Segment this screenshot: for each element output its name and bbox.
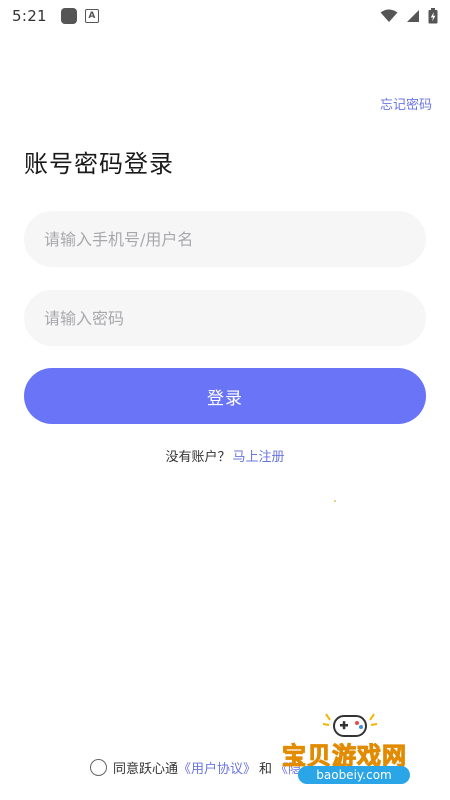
notification-app-icon [60, 8, 77, 24]
status-time: 5:21 [12, 7, 47, 25]
notification-a-icon: A [84, 9, 99, 23]
username-input[interactable] [24, 211, 426, 267]
login-button[interactable]: 登录 [24, 368, 426, 424]
signal-icon [407, 10, 419, 22]
page-title: 账号密码登录 [24, 150, 174, 178]
wifi-icon [380, 9, 398, 22]
user-agreement-link[interactable]: 《用户协议》 [178, 758, 256, 777]
decorative-dot [334, 500, 336, 502]
agree-checkbox[interactable] [90, 759, 107, 776]
status-indicators [380, 8, 438, 24]
forgot-password-link[interactable]: 忘记密码 [380, 94, 432, 113]
agreement-prefix: 同意跃心通 [113, 762, 179, 777]
battery-icon [428, 8, 438, 24]
register-link[interactable]: 马上注册 [233, 450, 285, 465]
watermark: 宝贝游戏网 baobeiy.com [272, 700, 450, 800]
password-input[interactable] [24, 290, 426, 346]
agreement-and: 和 [259, 762, 273, 777]
status-bar: 5:21 A [0, 0, 450, 32]
agreement-row: 同意跃心通 《用户协议》 和 《隐 [90, 758, 301, 777]
register-prompt: 没有账户？ [165, 450, 231, 465]
watermark-url: baobeiy.com [298, 766, 410, 784]
register-prompt-line: 没有账户？ 马上注册 [0, 446, 450, 465]
